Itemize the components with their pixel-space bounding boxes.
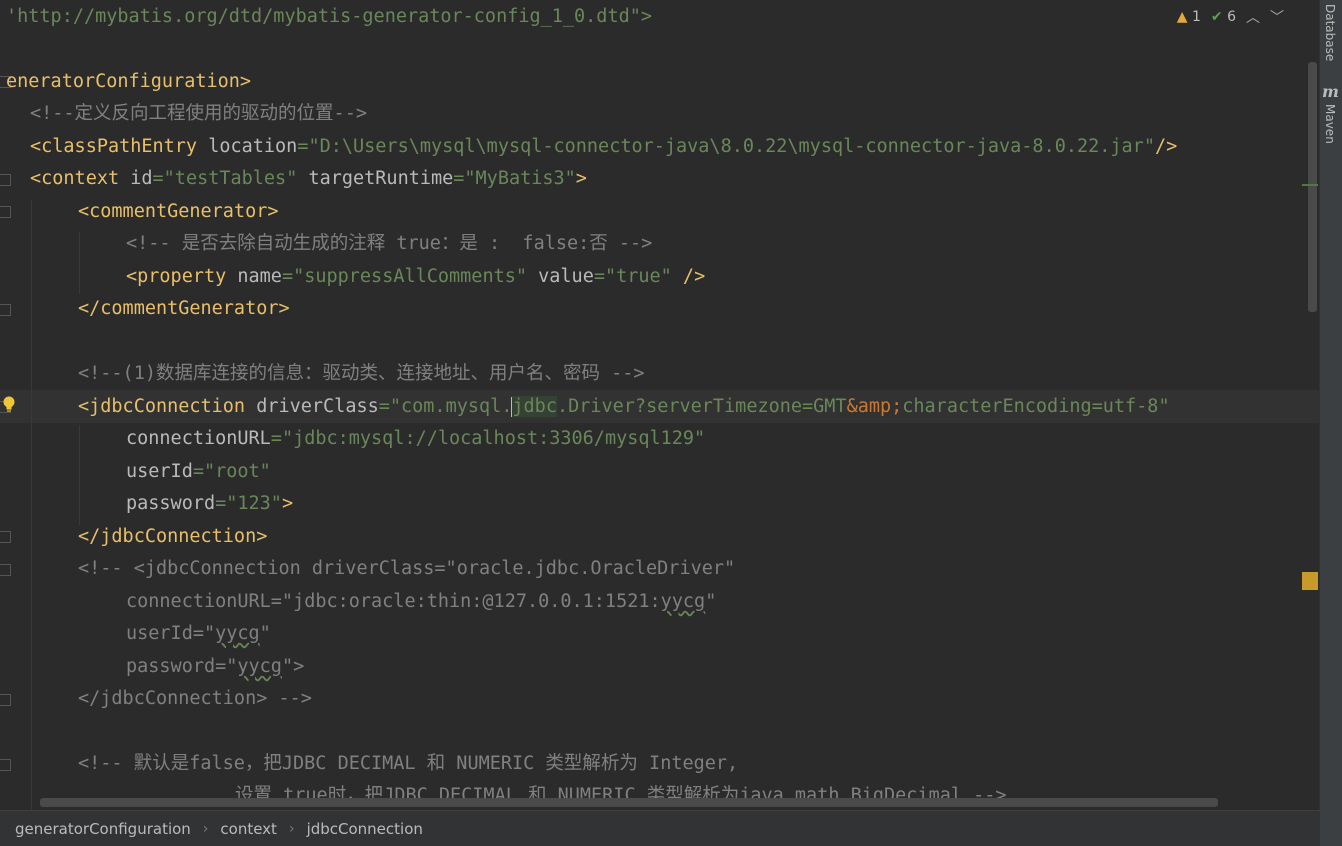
string-token: "D:\Users\mysql\mysql-connector-java\8.0… — [308, 136, 1155, 157]
chevron-right-icon: › — [202, 820, 209, 837]
fold-marker[interactable] — [0, 304, 11, 316]
attr-token: password — [126, 493, 216, 514]
indent-guide — [31, 200, 32, 810]
string-token: "root" — [203, 461, 271, 482]
check-count[interactable]: ✔ 6 — [1211, 9, 1236, 25]
entity-token: &amp; — [846, 396, 903, 417]
code-line-19: connectionURL="jdbc:oracle:thin:@127.0.0… — [126, 586, 716, 618]
fold-marker[interactable] — [0, 564, 11, 576]
inspection-widget[interactable]: ▲ 1 ✔ 6 ︿ ﹀ — [1177, 6, 1284, 28]
string-token: "testTables" — [163, 168, 298, 189]
attr-token: location — [197, 136, 298, 157]
tag-end-token: /> — [671, 266, 706, 287]
code-line-16: password="123"> — [126, 493, 294, 514]
string-token: "123" — [226, 493, 282, 514]
vertical-scrollbar[interactable] — [1308, 62, 1317, 312]
indent-guide — [79, 425, 80, 525]
code-line-9: <property name="suppressAllComments" val… — [126, 266, 706, 287]
comment-token: " — [705, 591, 717, 612]
tag-token: <property — [126, 266, 227, 287]
code-line-22: </jdbcConnection> --> — [78, 688, 312, 709]
maven-icon: m — [1322, 82, 1339, 101]
database-panel-tab[interactable]: Database — [1323, 4, 1337, 61]
code-line-5: <classPathEntry location="D:\Users\mysql… — [30, 131, 1177, 163]
indent-guide — [79, 232, 80, 294]
code-line-13: <jdbcConnection driverClass="com.mysql.j… — [78, 396, 1170, 417]
code-line-7: <commentGenerator> — [78, 201, 279, 222]
chevron-up-icon[interactable]: ︿ — [1246, 7, 1260, 27]
tag-end-token: /> — [1154, 136, 1178, 157]
string-token: "jdbc:mysql://localhost:3306/mysql129" — [281, 428, 706, 449]
code-line-18: <!-- <jdbcConnection driverClass="oracle… — [78, 558, 736, 579]
comment-token: "> — [281, 656, 305, 677]
chevron-down-icon[interactable]: ﹀ — [1270, 7, 1284, 27]
code-line-4: <!--定义反向工程使用的驱动的位置--> — [30, 103, 367, 124]
code-line-15: userId="root" — [126, 461, 271, 482]
code-line-8: <!-- 是否去除自动生成的注释 true：是 : false:否 --> — [126, 233, 653, 254]
attr-token: connectionURL — [126, 428, 271, 449]
comment-token: " — [259, 623, 271, 644]
attr-token: targetRuntime — [297, 168, 454, 189]
typo-token: yycg — [237, 656, 282, 677]
typo-token: yycg — [215, 623, 260, 644]
comment-token: password=" — [126, 656, 238, 677]
code-line-10: </commentGenerator> — [78, 298, 290, 319]
tag-token: <classPathEntry — [30, 136, 198, 157]
code-line-1: 'http://mybatis.org/dtd/mybatis-generato… — [6, 6, 653, 27]
comment-token: connectionURL="jdbc:oracle:thin:@127.0.0… — [126, 591, 661, 612]
breadcrumb-item[interactable]: context — [220, 820, 277, 838]
code-line-20: userId="yycg" — [126, 618, 271, 650]
string-token: "MyBatis3" — [464, 168, 576, 189]
eq-token: = — [297, 136, 309, 157]
warning-count[interactable]: ▲ 1 — [1177, 9, 1201, 25]
fold-marker[interactable] — [0, 759, 11, 771]
tag-token: <context — [30, 168, 120, 189]
attr-token: driverClass — [245, 396, 379, 417]
breadcrumb: generatorConfiguration › context › jdbcC… — [0, 810, 1320, 846]
change-marker[interactable] — [1302, 184, 1318, 186]
string-token: "true" — [604, 266, 672, 287]
tag-end-token: > — [575, 168, 587, 189]
warning-icon: ▲ — [1176, 9, 1188, 25]
typo-token: yycg — [660, 591, 706, 612]
fold-marker[interactable] — [0, 174, 11, 186]
comment-token: userId=" — [126, 623, 216, 644]
breadcrumb-item[interactable]: generatorConfiguration — [15, 820, 191, 838]
string-token: "com.mysql. — [389, 396, 513, 417]
chevron-right-icon: › — [288, 820, 295, 837]
fold-marker[interactable] — [0, 694, 11, 706]
checkmark-icon: ✔ — [1210, 9, 1223, 25]
attr-token: name — [226, 266, 282, 287]
tag-end-token: > — [281, 493, 294, 514]
code-line-24: <!-- 默认是false，把JDBC DECIMAL 和 NUMERIC 类型… — [78, 753, 739, 774]
lightbulb-icon[interactable] — [2, 395, 16, 413]
code-line-21: password="yycg"> — [126, 651, 304, 683]
string-token: characterEncoding=utf-8" — [902, 396, 1170, 417]
fold-marker[interactable] — [0, 206, 11, 218]
code-line-17: </jdbcConnection> — [78, 526, 268, 547]
code-line-14: connectionURL="jdbc:mysql://localhost:33… — [126, 428, 706, 449]
fold-marker[interactable] — [0, 531, 11, 543]
string-token: "suppressAllComments" — [293, 266, 527, 287]
code-line-3: eneratorConfiguration> — [6, 71, 252, 92]
code-line-12: <!--(1)数据库连接的信息：驱动类、连接地址、用户名、密码 --> — [78, 363, 645, 384]
code-editor[interactable]: 'http://mybatis.org/dtd/mybatis-generato… — [0, 0, 1320, 810]
string-token: .Driver?serverTimezone=GMT — [556, 396, 847, 417]
string-token-highlighted: jdbc — [512, 396, 557, 417]
tag-token: <jdbcConnection — [78, 396, 246, 417]
attr-token: userId — [126, 461, 193, 482]
maven-panel-tab[interactable]: Maven — [1323, 104, 1337, 144]
breadcrumb-item[interactable]: jdbcConnection — [307, 820, 423, 838]
attr-token: value — [527, 266, 594, 287]
right-tool-strip: Database m Maven — [1319, 0, 1342, 846]
code-line-6: <context id="testTables" targetRuntime="… — [30, 168, 587, 189]
warning-marker[interactable] — [1302, 572, 1318, 590]
horizontal-scrollbar[interactable] — [40, 798, 1218, 807]
attr-token: id — [119, 168, 153, 189]
